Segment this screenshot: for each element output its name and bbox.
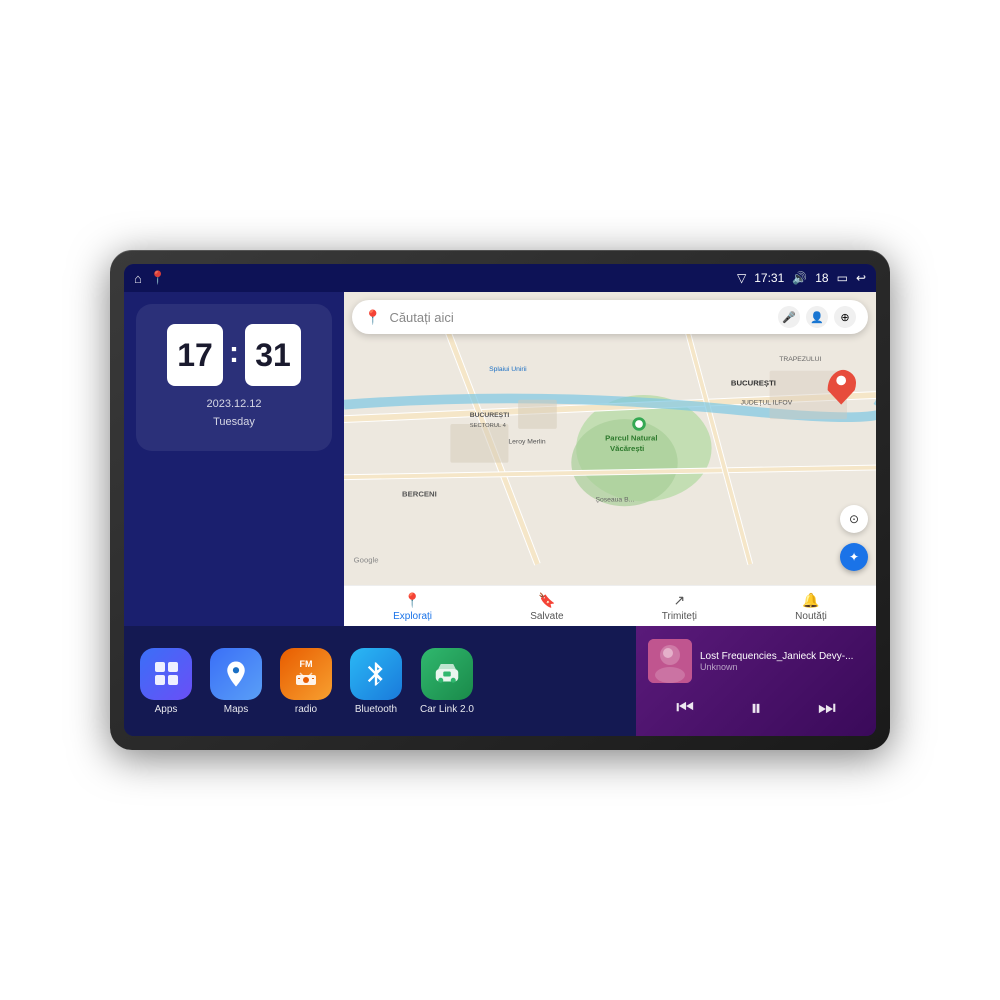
svg-text:BUCUREȘTI: BUCUREȘTI: [470, 412, 510, 419]
map-svg: BUCUREȘTI SECTORUL 4 BUCUREȘTI JUDEȚUL I…: [344, 292, 876, 585]
clock-widget: 17 : 31 2023.12.12 Tuesday: [136, 304, 332, 451]
music-controls: ⏮ ⏸ ⏭: [648, 693, 864, 723]
account-icon[interactable]: 👤: [806, 306, 828, 328]
carlink-label: Car Link 2.0: [420, 704, 474, 715]
clock-tiles: 17 : 31: [167, 324, 301, 386]
map-search-bar[interactable]: 📍 Căutați aici 🎤 👤 ⊕: [352, 300, 868, 334]
status-right: ▽ 17:31 🔊 18 ▭ ↩: [737, 271, 866, 285]
volume-icon: 🔊: [792, 271, 807, 285]
svg-text:JUDEȚUL ILFOV: JUDEȚUL ILFOV: [741, 400, 793, 407]
map-navbar: 📍 Explorați 🔖 Salvate ↗ Trimiteți 🔔 Nout…: [344, 585, 876, 626]
volume-level: 18: [815, 271, 828, 285]
status-bar: ⌂ 📍 ▽ 17:31 🔊 18 ▭ ↩: [124, 264, 876, 292]
apps-label: Apps: [155, 704, 178, 715]
explorati-icon: 📍: [404, 592, 421, 609]
radio-svg: [295, 671, 317, 687]
bluetooth-icon-wrap: [350, 648, 402, 700]
music-title: Lost Frequencies_Janieck Devy-...: [700, 651, 864, 662]
music-player: Lost Frequencies_Janieck Devy-... Unknow…: [636, 626, 876, 736]
carlink-svg: [432, 659, 462, 689]
status-left: ⌂ 📍: [134, 270, 166, 286]
right-panel: BUCUREȘTI SECTORUL 4 BUCUREȘTI JUDEȚUL I…: [344, 292, 876, 626]
trimiteti-label: Trimiteți: [662, 611, 697, 622]
map-nav-salvate[interactable]: 🔖 Salvate: [530, 592, 563, 622]
salvate-icon: 🔖: [538, 592, 555, 609]
trimiteti-icon: ↗: [673, 592, 685, 609]
prev-button[interactable]: ⏮: [676, 698, 694, 718]
maps-label: Maps: [224, 704, 248, 715]
map-background: BUCUREȘTI SECTORUL 4 BUCUREȘTI JUDEȚUL I…: [344, 292, 876, 585]
svg-text:Google: Google: [354, 555, 379, 564]
svg-text:Splaiui Unirii: Splaiui Unirii: [489, 366, 527, 373]
app-item-apps[interactable]: Apps: [140, 648, 192, 715]
bluetooth-svg: [362, 660, 390, 688]
maps-pin-icon[interactable]: 📍: [150, 270, 166, 286]
apps-row: Apps Maps FM: [124, 626, 636, 736]
map-nav-trimiteti[interactable]: ↗ Trimiteți: [662, 592, 697, 622]
back-icon[interactable]: ↩: [856, 271, 866, 285]
svg-text:BUCUREȘTI: BUCUREȘTI: [731, 378, 776, 387]
google-maps-logo: 📍: [364, 309, 381, 326]
clock-minutes: 31: [245, 324, 301, 386]
radio-icon: FM: [280, 648, 332, 700]
voice-search-icon[interactable]: 🎤: [778, 306, 800, 328]
main-content: 17 : 31 2023.12.12 Tuesday: [124, 292, 876, 626]
app-item-carlink[interactable]: Car Link 2.0: [420, 648, 474, 715]
radio-label: radio: [295, 704, 317, 715]
svg-text:Șoseaua B...: Șoseaua B...: [595, 496, 634, 503]
noutati-icon: 🔔: [802, 592, 819, 609]
music-meta: Lost Frequencies_Janieck Devy-... Unknow…: [700, 651, 864, 672]
left-panel: 17 : 31 2023.12.12 Tuesday: [124, 292, 344, 626]
map-nav-noutati[interactable]: 🔔 Noutăți: [795, 592, 827, 622]
music-track-info: Lost Frequencies_Janieck Devy-... Unknow…: [648, 639, 864, 683]
apps-icon: [140, 648, 192, 700]
apps-grid: [145, 652, 188, 695]
salvate-label: Salvate: [530, 611, 563, 622]
svg-text:TRAPEZULUI: TRAPEZULUI: [779, 356, 821, 363]
maps-svg: [221, 659, 251, 689]
explorati-label: Explorați: [393, 611, 432, 622]
clock-hours: 17: [167, 324, 223, 386]
music-thumbnail: [648, 639, 692, 683]
date-info: 2023.12.12 Tuesday: [206, 396, 261, 431]
app-item-radio[interactable]: FM radio: [280, 648, 332, 715]
map-nav-explorati[interactable]: 📍 Explorați: [393, 592, 432, 622]
app-item-bluetooth[interactable]: Bluetooth: [350, 648, 402, 715]
svg-text:Leroy Merlin: Leroy Merlin: [508, 438, 545, 445]
navigate-button[interactable]: ✦: [840, 543, 868, 571]
battery-icon: ▭: [837, 271, 848, 285]
app-item-maps[interactable]: Maps: [210, 648, 262, 715]
svg-text:Parcul Natural: Parcul Natural: [605, 433, 657, 442]
clock-date: 2023.12.12: [206, 396, 261, 414]
clock-colon: :: [229, 336, 239, 370]
screen: ⌂ 📍 ▽ 17:31 🔊 18 ▭ ↩ 17 : 31: [124, 264, 876, 736]
bottom-panel: Apps Maps FM: [124, 626, 876, 736]
maps-icon: [210, 648, 262, 700]
status-time: 17:31: [754, 271, 784, 285]
next-button[interactable]: ⏭: [818, 698, 836, 718]
signal-icon: ▽: [737, 271, 746, 285]
carlink-icon: [421, 648, 473, 700]
map-search-icons: 🎤 👤 ⊕: [778, 306, 856, 328]
svg-text:Văcărești: Văcărești: [610, 444, 644, 453]
music-artist: Unknown: [700, 662, 864, 672]
map-container[interactable]: BUCUREȘTI SECTORUL 4 BUCUREȘTI JUDEȚUL I…: [344, 292, 876, 585]
noutati-label: Noutăți: [795, 611, 827, 622]
svg-text:SECTORUL 4: SECTORUL 4: [470, 423, 507, 429]
my-location-button[interactable]: ⊙: [840, 505, 868, 533]
svg-text:BERCENI: BERCENI: [402, 490, 437, 499]
layers-icon[interactable]: ⊕: [834, 306, 856, 328]
home-icon[interactable]: ⌂: [134, 271, 142, 286]
device-frame: ⌂ 📍 ▽ 17:31 🔊 18 ▭ ↩ 17 : 31: [110, 250, 890, 750]
bluetooth-label: Bluetooth: [355, 704, 397, 715]
map-search-text: Căutați aici: [389, 310, 770, 325]
clock-day: Tuesday: [206, 414, 261, 432]
play-pause-button[interactable]: ⏸: [750, 697, 761, 719]
music-thumb-svg: [648, 639, 692, 683]
